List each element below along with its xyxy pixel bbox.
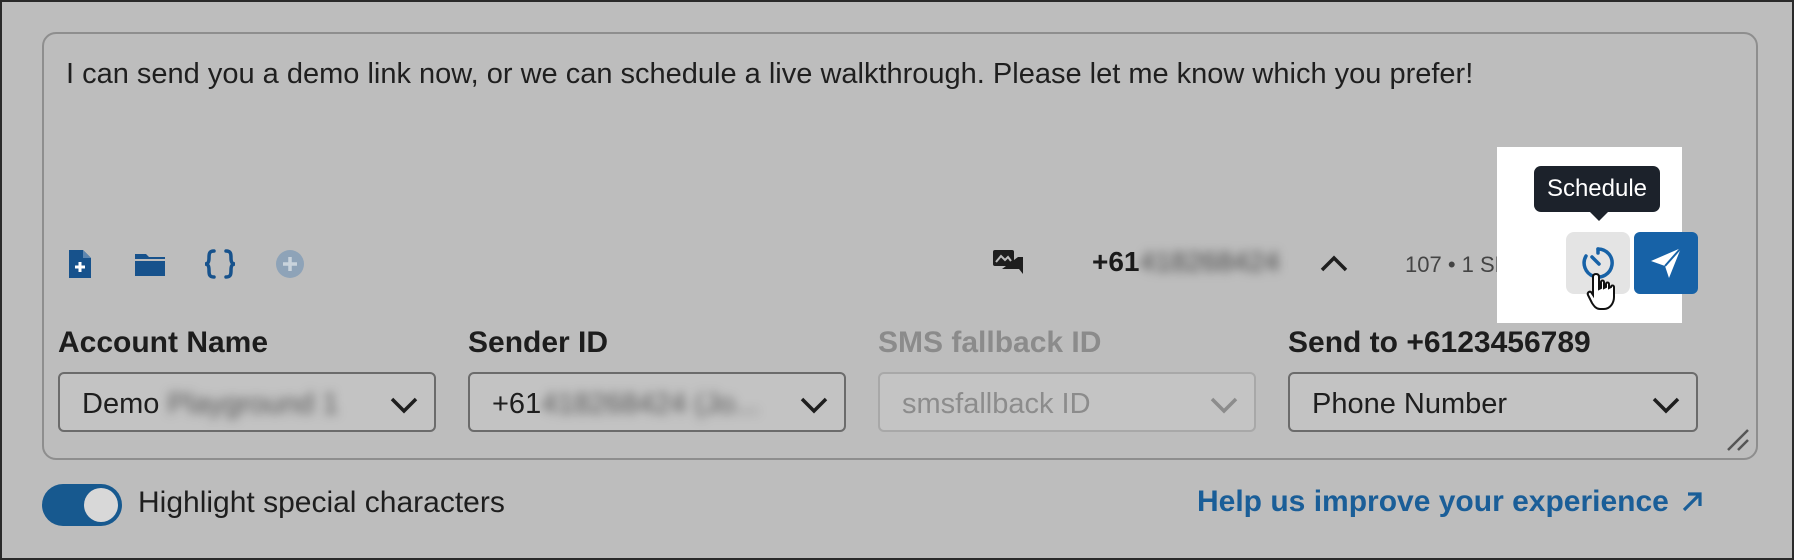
sms-fallback-placeholder: smsfallback ID — [902, 388, 1091, 420]
sms-fallback-select: smsfallback ID — [878, 372, 1256, 432]
account-name-select[interactable]: Demo Playground 1 — [58, 372, 436, 432]
account-name-label: Account Name — [58, 326, 269, 359]
help-link-text: Help us improve your experience — [1197, 485, 1669, 518]
chevron-down-icon — [800, 397, 828, 414]
send-button[interactable] — [1634, 232, 1698, 294]
add-file-icon[interactable] — [60, 244, 100, 284]
sms-fallback-label: SMS fallback ID — [878, 326, 1102, 359]
send-to-select[interactable]: Phone Number — [1288, 372, 1698, 432]
phone-prefix: +61 — [1092, 246, 1140, 277]
selected-phone-number: +61418268424 — [1092, 246, 1280, 278]
schedule-tooltip: Schedule — [1534, 166, 1660, 221]
chevron-up-icon[interactable] — [1316, 246, 1352, 282]
account-name-value: Demo — [82, 388, 160, 420]
highlight-special-chars-toggle[interactable] — [42, 484, 122, 526]
sender-id-select[interactable]: +61418268424 (Jo... — [468, 372, 846, 432]
schedule-button[interactable] — [1566, 232, 1630, 294]
toggle-label: Highlight special characters — [138, 486, 505, 519]
phone-blurred: 418268424 — [1139, 246, 1280, 277]
account-name-blurred: Playground 1 — [167, 388, 339, 420]
sender-id-blurred: 418268424 (Jo... — [541, 388, 759, 420]
sender-id-label: Sender ID — [468, 326, 609, 359]
sender-id-value: +61 — [492, 388, 542, 420]
chevron-down-icon — [390, 397, 418, 414]
message-text[interactable]: I can send you a demo link now, or we ca… — [66, 56, 1726, 94]
chevron-down-icon — [1210, 397, 1238, 414]
chat-channel-icon[interactable] — [988, 244, 1028, 284]
help-improve-link[interactable]: Help us improve your experience — [1197, 485, 1705, 519]
plus-circle-icon — [270, 244, 310, 284]
braces-icon[interactable] — [200, 244, 240, 284]
send-to-value: Phone Number — [1312, 388, 1508, 420]
send-plane-icon — [1651, 247, 1682, 278]
external-arrow-icon — [1682, 492, 1702, 512]
resize-handle-icon[interactable] — [1722, 424, 1752, 454]
schedule-clock-icon — [1582, 247, 1614, 279]
folder-icon[interactable] — [130, 244, 170, 284]
send-to-label: Send to +6123456789 — [1288, 326, 1591, 359]
chevron-down-icon — [1652, 397, 1680, 414]
